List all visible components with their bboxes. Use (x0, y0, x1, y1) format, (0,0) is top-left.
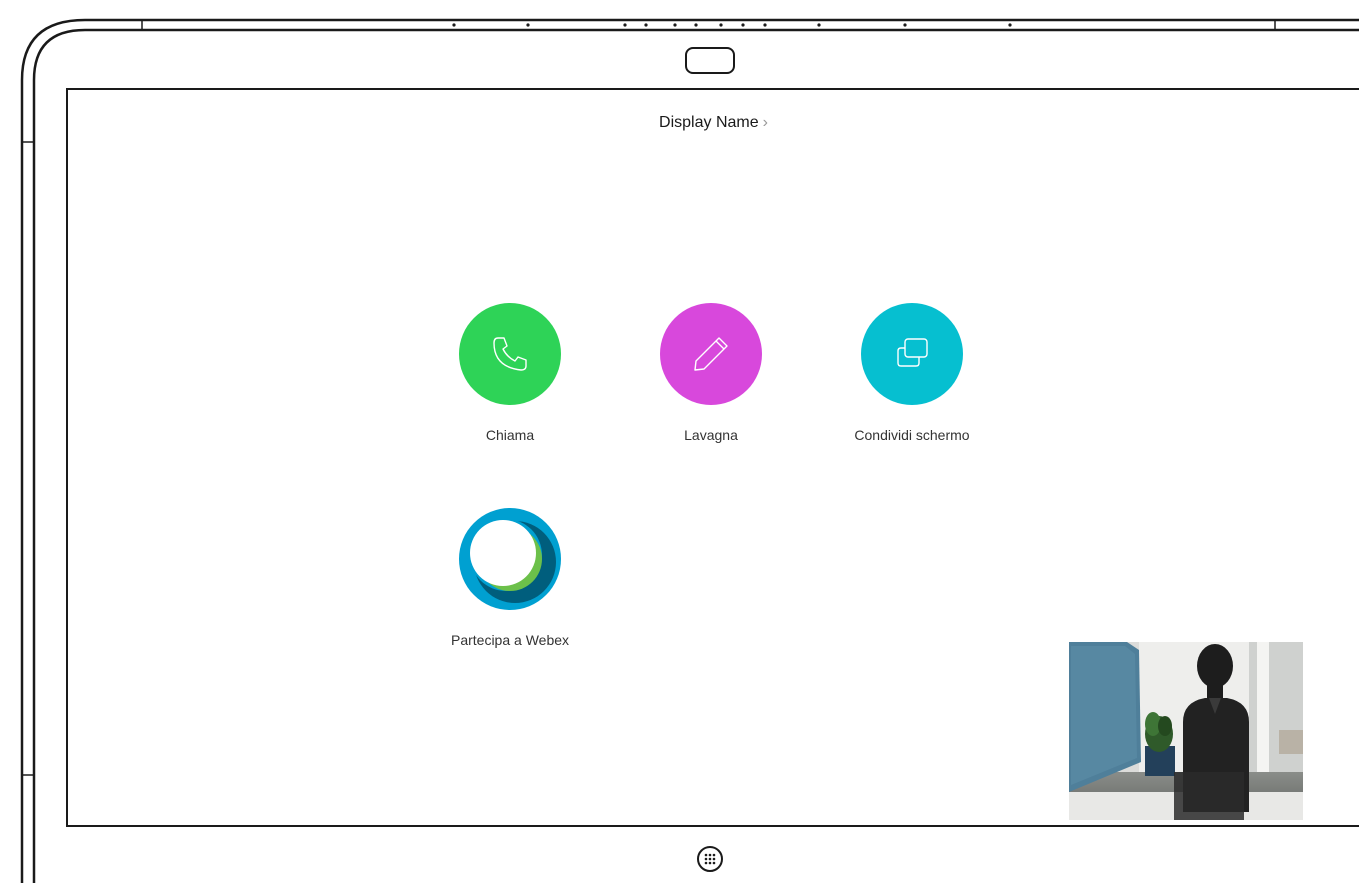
call-button[interactable]: Chiama (420, 303, 600, 443)
webex-circle (459, 508, 561, 610)
whiteboard-button[interactable]: Lavagna (621, 303, 801, 443)
touch-screen: Display Name › Chiama Lavagna Condividi s… (66, 88, 1359, 827)
whiteboard-label: Lavagna (684, 427, 738, 443)
whiteboard-circle (660, 303, 762, 405)
self-view-video[interactable] (1069, 642, 1303, 820)
phone-icon (493, 337, 527, 371)
webex-logo-icon (459, 508, 561, 610)
call-circle (459, 303, 561, 405)
selfview-image (1069, 642, 1303, 820)
pencil-icon (694, 337, 728, 371)
chevron-right-icon: › (762, 114, 768, 131)
display-name-header[interactable]: Display Name › (68, 114, 1359, 132)
join-webex-label: Partecipa a Webex (450, 632, 570, 648)
join-webex-button[interactable]: Partecipa a Webex (420, 508, 600, 648)
app-grid-icon (704, 853, 716, 865)
display-name-label: Display Name (659, 114, 759, 131)
call-label: Chiama (485, 427, 535, 443)
share-screen-circle (861, 303, 963, 405)
home-button[interactable] (697, 846, 723, 872)
share-screen-label: Condividi schermo (854, 427, 970, 443)
share-screen-icon (897, 338, 928, 367)
camera-housing (685, 47, 735, 74)
share-screen-button[interactable]: Condividi schermo (822, 303, 1002, 443)
